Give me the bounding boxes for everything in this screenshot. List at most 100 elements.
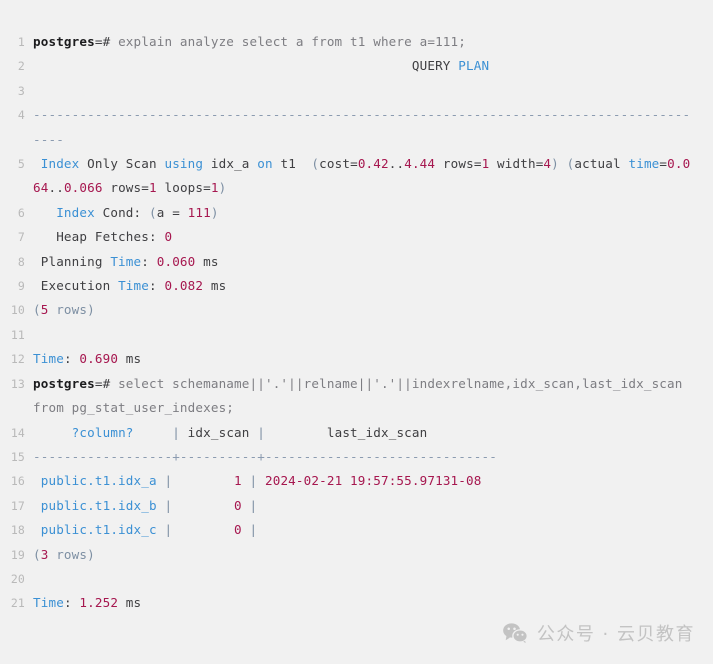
line-content: ?column? | idx_scan | last_idx_scan [33,421,703,445]
code-line: 14 ?column? | idx_scan | last_idx_scan [0,421,703,445]
cell-index-name: public.t1.idx_a [33,473,165,489]
line-content: Execution Time: 0.082 ms [33,274,703,298]
code-line: 21 Time: 1.252 ms [0,591,703,615]
line-number: 12 [10,352,25,367]
column-divider: | [257,424,265,440]
width-label: width= [489,156,544,172]
code-line: 8 Planning Time: 0.060 ms [0,250,703,274]
colon: : [63,351,80,367]
line-number: 13 [10,376,25,391]
unit-ms: ms [118,595,142,611]
loops-value: 1 [210,180,219,196]
colon: : [63,595,80,611]
line-number: 5 [17,157,25,172]
line-content: ----------------------------------------… [33,103,703,152]
line-number: 3 [17,83,25,98]
column-divider: | [249,522,258,538]
line-number: 6 [17,205,25,220]
column-header-3: last_idx_scan [326,424,428,440]
code-line: 3 [0,79,703,103]
cell-index-name: public.t1.idx_c [33,522,165,538]
separator-plus: + [257,448,265,464]
cell-idx-scan: 0 [234,497,242,513]
line-number: 9 [17,279,25,294]
code-line: 9 Execution Time: 0.082 ms [0,274,703,298]
line-number: 14 [10,425,25,440]
total-time-value: 1.252 [79,595,119,611]
separator-dashes: ---------- [179,448,258,464]
unit-ms: ms [195,253,219,269]
watermark-text: 公众号 · 云贝教育 [536,624,695,645]
dots: .. [388,156,405,172]
code-line-list: 1 postgres=# explain analyze select a fr… [0,30,703,616]
column-header-1: ?column? [71,424,134,440]
line-content: public.t1.idx_c | 0 | [33,518,703,542]
cost-start: 0.42 [357,156,389,172]
line-number: 18 [10,523,25,538]
code-line: 4 --------------------------------------… [0,103,703,152]
code-line: 11 [0,323,703,347]
pad [172,498,234,513]
code-block: 1 postgres=# explain analyze select a fr… [0,0,713,664]
paren-open: ( [33,546,41,562]
line-number: 19 [10,547,25,562]
rows-word: rows [48,302,88,318]
paren-open: ( [311,156,320,172]
code-line: 2 QUERY PLAN [0,54,703,78]
sql-command: select schemaname||'.'||relname||'.'||in… [33,375,691,416]
line-content: Heap Fetches: 0 [33,225,703,249]
line-number: 20 [10,571,25,586]
line-content: (5 rows) [33,298,703,322]
kw-using: using [164,156,204,172]
line-content: postgres=# select schemaname||'.'||relna… [33,372,703,421]
paren-open: ( [149,204,157,220]
table-name: t1 [272,156,312,172]
code-line: 15 ------------------+----------+-------… [0,445,703,469]
pad [172,473,234,488]
time-keyword: Time [118,278,149,294]
execution-time-value: 0.082 [164,278,204,294]
code-line: 1 postgres=# explain analyze select a fr… [0,30,703,54]
query-word: QUERY [411,58,451,74]
pad [33,425,72,440]
cond-expr: a = [156,204,188,220]
heap-fetches-value: 0 [164,229,173,245]
line-number: 17 [10,498,25,513]
code-line: 12 Time: 0.690 ms [0,347,703,371]
line-content: Time: 0.690 ms [33,347,703,371]
time-label: time [628,156,660,172]
cell-index-name: public.t1.idx_b [33,497,165,513]
separator-plus: + [172,448,180,464]
planning-label: Planning [33,253,111,269]
column-header-2: idx_scan [179,424,258,440]
code-line: 7 Heap Fetches: 0 [0,225,703,249]
pad [134,425,173,440]
line-content: Time: 1.252 ms [33,591,703,615]
watermark: 公众号 · 云贝教育 [502,620,695,646]
line-content: postgres=# explain analyze select a from… [33,30,703,54]
pad [265,425,327,440]
line-number: 15 [10,449,25,464]
line-number: 4 [17,108,25,123]
cond-value: 111 [187,204,211,220]
paren-close: ) [87,302,95,318]
execution-label: Execution [33,278,119,294]
unit-ms: ms [118,351,142,367]
equals: = [659,156,668,172]
loops-label: loops= [156,180,211,196]
line-number: 21 [10,596,25,611]
line-content: Index Only Scan using idx_a on t1 (cost=… [33,152,703,201]
kw-on: on [257,156,273,172]
line-number: 2 [17,59,25,74]
dots-2: .. [48,180,64,196]
cost-label: cost= [319,156,358,172]
sql-command: explain analyze select a from t1 where a… [118,34,467,49]
rows-label: rows= [435,156,482,172]
line-number: 16 [10,474,25,489]
colon: : [149,278,165,294]
line-number: 1 [17,35,25,49]
